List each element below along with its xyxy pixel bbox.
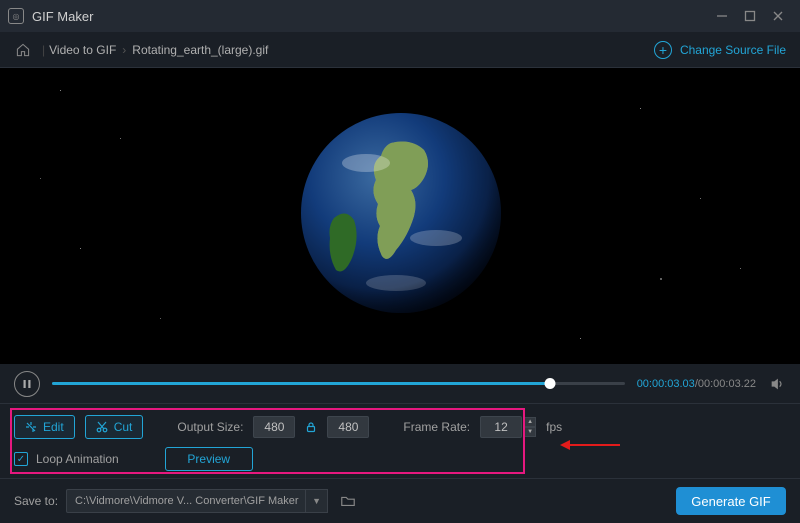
earth-image [296, 108, 506, 318]
cut-label: Cut [114, 420, 133, 434]
generate-label: Generate GIF [691, 494, 770, 509]
progress-slider[interactable] [52, 382, 625, 385]
app-logo-icon: ◎ [8, 8, 24, 24]
save-path-dropdown[interactable]: ▼ [306, 489, 328, 513]
frame-rate-input[interactable] [480, 416, 522, 438]
chevron-right-icon: › [122, 43, 126, 57]
home-icon[interactable] [14, 41, 32, 59]
loop-animation-label: Loop Animation [36, 452, 119, 466]
loop-animation-checkbox[interactable]: ✓ [14, 452, 28, 466]
frame-rate-label: Frame Rate: [403, 420, 470, 434]
video-preview[interactable] [0, 68, 800, 364]
change-source-button[interactable]: + Change Source File [654, 41, 786, 59]
app-title: GIF Maker [32, 9, 93, 24]
lock-icon[interactable] [305, 421, 317, 433]
breadcrumb-filename: Rotating_earth_(large).gif [132, 43, 268, 57]
maximize-button[interactable] [736, 2, 764, 30]
output-height-input[interactable] [327, 416, 369, 438]
close-button[interactable] [764, 2, 792, 30]
output-size-label: Output Size: [177, 420, 243, 434]
frame-rate-stepper[interactable]: ▲ ▼ [480, 416, 536, 438]
pause-button[interactable] [14, 371, 40, 397]
fps-unit: fps [546, 420, 562, 434]
bottom-bar: Save to: C:\Vidmore\Vidmore V... Convert… [0, 479, 800, 523]
minimize-button[interactable] [708, 2, 736, 30]
plus-circle-icon: + [654, 41, 672, 59]
volume-icon[interactable] [768, 375, 786, 393]
frame-rate-down[interactable]: ▼ [524, 427, 536, 437]
preview-button[interactable]: Preview [165, 447, 253, 471]
titlebar: ◎ GIF Maker [0, 0, 800, 32]
current-time: 00:00:03.03 [637, 378, 695, 390]
progress-thumb[interactable] [545, 378, 556, 389]
edit-label: Edit [43, 420, 64, 434]
total-time: 00:00:03.22 [698, 378, 756, 390]
cut-button[interactable]: Cut [85, 415, 144, 439]
output-width-input[interactable] [253, 416, 295, 438]
breadcrumb-bar: | Video to GIF › Rotating_earth_(large).… [0, 32, 800, 68]
preview-label: Preview [187, 452, 230, 466]
settings-panel: Edit Cut Output Size: Frame Rate: ▲ ▼ fp… [0, 404, 800, 479]
breadcrumb-section[interactable]: Video to GIF [49, 43, 116, 57]
generate-gif-button[interactable]: Generate GIF [676, 487, 786, 515]
annotation-arrow [560, 438, 620, 455]
save-path-input[interactable]: C:\Vidmore\Vidmore V... Converter\GIF Ma… [66, 489, 306, 513]
progress-fill [52, 382, 550, 385]
frame-rate-up[interactable]: ▲ [524, 417, 536, 427]
time-display: 00:00:03.03/00:00:03.22 [637, 378, 756, 390]
save-to-label: Save to: [14, 494, 58, 508]
open-folder-icon[interactable] [338, 491, 358, 511]
edit-button[interactable]: Edit [14, 415, 75, 439]
playback-bar: 00:00:03.03/00:00:03.22 [0, 364, 800, 404]
change-source-label: Change Source File [680, 43, 786, 57]
